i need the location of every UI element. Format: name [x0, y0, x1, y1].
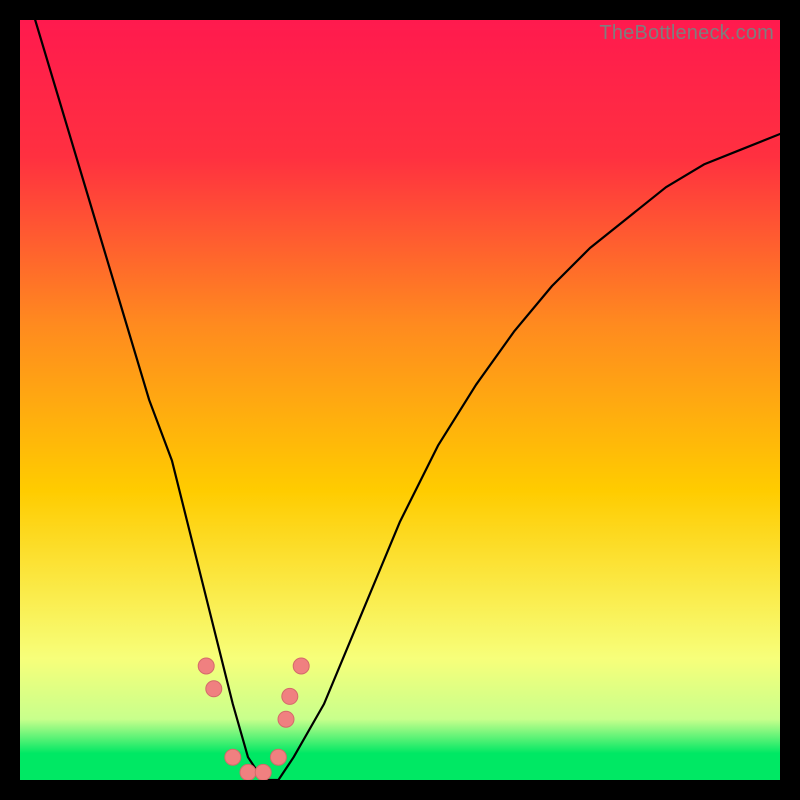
- data-point: [293, 658, 309, 674]
- gradient-background: [20, 20, 780, 780]
- data-point: [255, 764, 271, 780]
- bottleneck-chart: [20, 20, 780, 780]
- watermark-text: TheBottleneck.com: [599, 22, 774, 45]
- data-point: [278, 711, 294, 727]
- chart-frame: TheBottleneck.com: [20, 20, 780, 780]
- data-point: [240, 764, 256, 780]
- data-point: [198, 658, 214, 674]
- data-point: [225, 749, 241, 765]
- data-point: [206, 681, 222, 697]
- data-point: [270, 749, 286, 765]
- data-point: [282, 688, 298, 704]
